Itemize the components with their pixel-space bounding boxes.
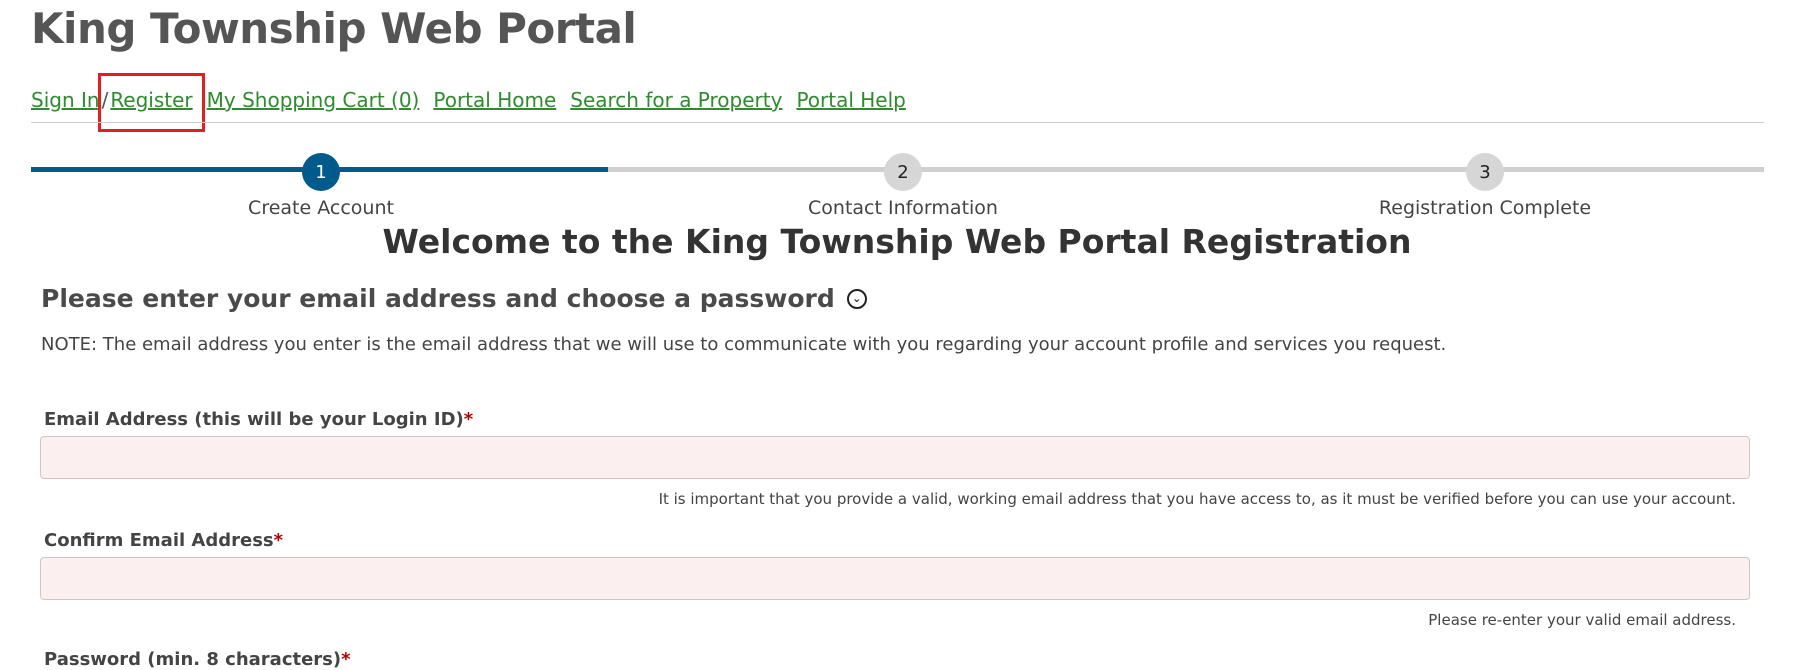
portal-home-link[interactable]: Portal Home bbox=[433, 88, 556, 112]
register-link[interactable]: Register bbox=[110, 88, 192, 112]
portal-help-link[interactable]: Portal Help bbox=[796, 88, 905, 112]
required-marker: * bbox=[463, 409, 474, 430]
progress-step-2: 2 Contact Information bbox=[753, 153, 1053, 219]
step-label: Create Account bbox=[248, 197, 394, 219]
note-text: NOTE: The email address you enter is the… bbox=[41, 334, 1447, 355]
step-number-circle: 2 bbox=[884, 153, 922, 191]
section-heading[interactable]: Please enter your email address and choo… bbox=[41, 284, 867, 313]
search-property-link[interactable]: Search for a Property bbox=[570, 88, 782, 112]
required-marker: * bbox=[341, 649, 351, 670]
email-hint: It is important that you provide a valid… bbox=[658, 490, 1736, 508]
progress-step-3: 3 Registration Complete bbox=[1335, 153, 1635, 219]
step-label: Contact Information bbox=[808, 197, 998, 219]
sign-in-link[interactable]: Sign In bbox=[31, 88, 100, 112]
password-label: Password (min. 8 characters)* bbox=[44, 649, 351, 670]
shopping-cart-link[interactable]: My Shopping Cart (0) bbox=[207, 88, 420, 112]
step-label: Registration Complete bbox=[1378, 197, 1592, 219]
welcome-heading: Welcome to the King Township Web Portal … bbox=[382, 222, 1412, 261]
confirm-email-label: Confirm Email Address* bbox=[44, 530, 284, 551]
step-number-circle: 3 bbox=[1466, 153, 1504, 191]
required-marker: * bbox=[273, 530, 284, 551]
page-title: King Township Web Portal bbox=[31, 4, 637, 53]
confirm-email-hint: Please re-enter your valid email address… bbox=[1428, 611, 1736, 629]
confirm-email-field[interactable] bbox=[40, 557, 1750, 600]
section-heading-text: Please enter your email address and choo… bbox=[41, 284, 835, 313]
top-navigation: Sign In / Register My Shopping Cart (0) Port… bbox=[31, 88, 906, 116]
email-label: Email Address (this will be your Login I… bbox=[44, 409, 474, 430]
email-field[interactable] bbox=[40, 436, 1750, 479]
nav-separator: / bbox=[101, 88, 109, 112]
chevron-down-icon[interactable]: ⌄ bbox=[846, 288, 867, 309]
nav-divider bbox=[31, 122, 1764, 123]
progress-step-1: 1 Create Account bbox=[171, 153, 471, 219]
step-number-circle: 1 bbox=[302, 153, 340, 191]
